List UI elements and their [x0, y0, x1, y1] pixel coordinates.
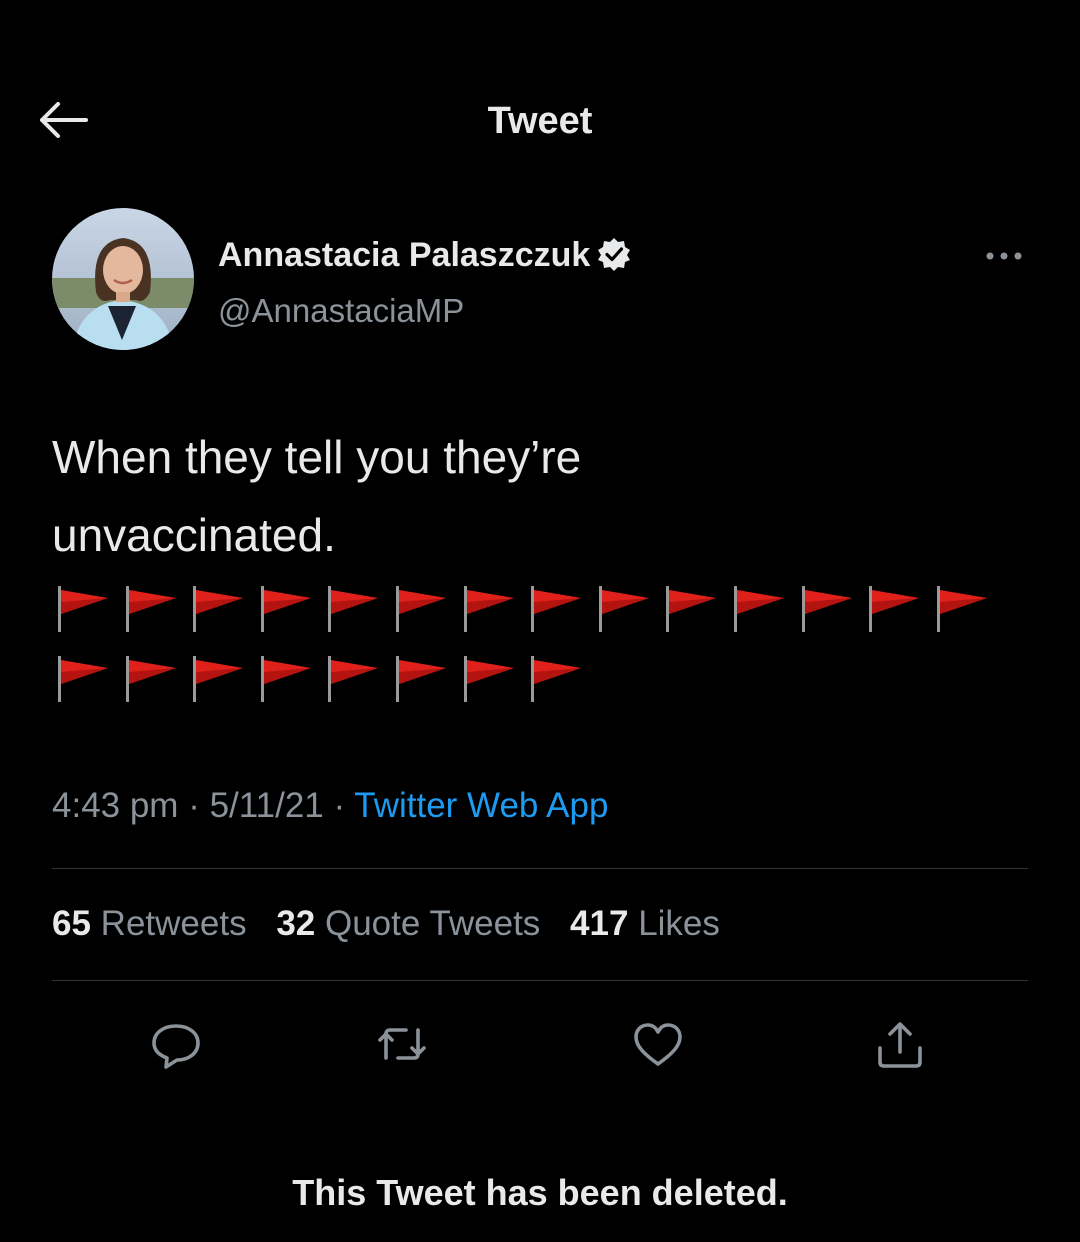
retweet-icon — [378, 1028, 426, 1060]
quote-tweets-count: 32 — [276, 904, 316, 943]
deleted-tweet-notice: This Tweet has been deleted. — [292, 1172, 788, 1213]
heart-icon — [634, 1023, 682, 1066]
red-flag-emoji-icon — [260, 656, 311, 702]
red-flag-emoji-icon — [58, 586, 108, 632]
retweets-stat[interactable]: 65 Retweets — [52, 904, 247, 944]
page-title: Tweet — [487, 100, 593, 142]
tweet-time[interactable]: 4:43 pm — [52, 786, 178, 825]
red-flag-emoji-icon — [193, 586, 244, 632]
red-flag-emoji-icon — [936, 586, 987, 632]
quote-tweets-stat[interactable]: 32 Quote Tweets — [276, 904, 540, 944]
likes-count: 417 — [570, 904, 629, 943]
display-name[interactable]: Annastacia Palaszczuk — [218, 236, 632, 275]
red-flag-emoji-icon — [193, 656, 244, 702]
red-flag-emoji-icon — [869, 586, 920, 632]
red-flag-emoji-icon — [531, 656, 582, 702]
red-flag-emoji-icon — [328, 586, 379, 632]
red-flag-emoji-icon — [801, 586, 852, 632]
divider — [52, 868, 1028, 869]
quote-tweets-label: Quote Tweets — [324, 904, 541, 943]
tweet-text-line: When they tell you they’re — [52, 431, 582, 483]
retweets-count: 65 — [52, 904, 91, 943]
red-flag-emoji-icon — [396, 586, 446, 632]
red-flag-emoji-icon — [531, 586, 582, 632]
engagement-stats: 65 Retweets 32 Quote Tweets 417 Likes — [52, 904, 740, 944]
red-flag-emoji-icon — [734, 586, 784, 632]
red-flag-emoji-icon — [125, 656, 176, 702]
tweet-date[interactable]: 5/11/21 — [210, 786, 324, 825]
retweet-button[interactable] — [372, 1014, 432, 1074]
retweets-label: Retweets — [100, 904, 247, 943]
user-handle[interactable]: @AnnastaciaMP — [218, 292, 464, 330]
meta-separator: · — [188, 786, 200, 825]
tweet-text-line: unvaccinated. — [52, 509, 336, 561]
flag-emoji-block — [56, 584, 1016, 724]
tweet-source-link[interactable]: Twitter Web App — [354, 786, 608, 825]
tweet-meta: 4:43 pm · 5/11/21 · Twitter Web App — [52, 786, 608, 826]
divider — [52, 980, 1028, 981]
meta-separator: · — [333, 786, 346, 825]
red-flag-emoji-icon — [125, 586, 176, 632]
display-name-text: Annastacia Palaszczuk — [218, 236, 591, 274]
avatar[interactable] — [52, 208, 194, 350]
red-flag-emoji-icon — [58, 656, 108, 702]
red-flag-emoji-icon — [666, 586, 717, 632]
top-bar: Tweet — [0, 80, 1080, 160]
avatar-photo-icon — [52, 208, 194, 350]
tweet-text: When they tell you they’re unvaccinated. — [52, 418, 1012, 574]
share-button[interactable] — [870, 1014, 930, 1074]
red-flag-emoji-icon — [260, 586, 311, 632]
more-dots-icon — [986, 252, 1022, 260]
tweet-author: Annastacia Palaszczuk @AnnastaciaMP — [52, 208, 1032, 358]
red-flag-emoji-icon — [463, 586, 514, 632]
reply-icon — [152, 1024, 200, 1069]
likes-label: Likes — [638, 904, 720, 943]
red-flag-emoji-icon — [463, 656, 514, 702]
red-flag-emoji-icon — [598, 586, 649, 632]
reply-button[interactable] — [146, 1014, 206, 1074]
red-flag-emoji-icon — [396, 656, 446, 702]
red-flag-emoji-icon — [328, 656, 379, 702]
like-button[interactable] — [628, 1014, 688, 1074]
flag-row — [56, 654, 1016, 724]
verified-badge-icon — [598, 238, 631, 271]
share-icon — [878, 1022, 922, 1068]
flag-row — [56, 584, 1016, 654]
likes-stat[interactable]: 417 Likes — [570, 904, 720, 944]
more-options-button[interactable] — [976, 244, 1032, 268]
